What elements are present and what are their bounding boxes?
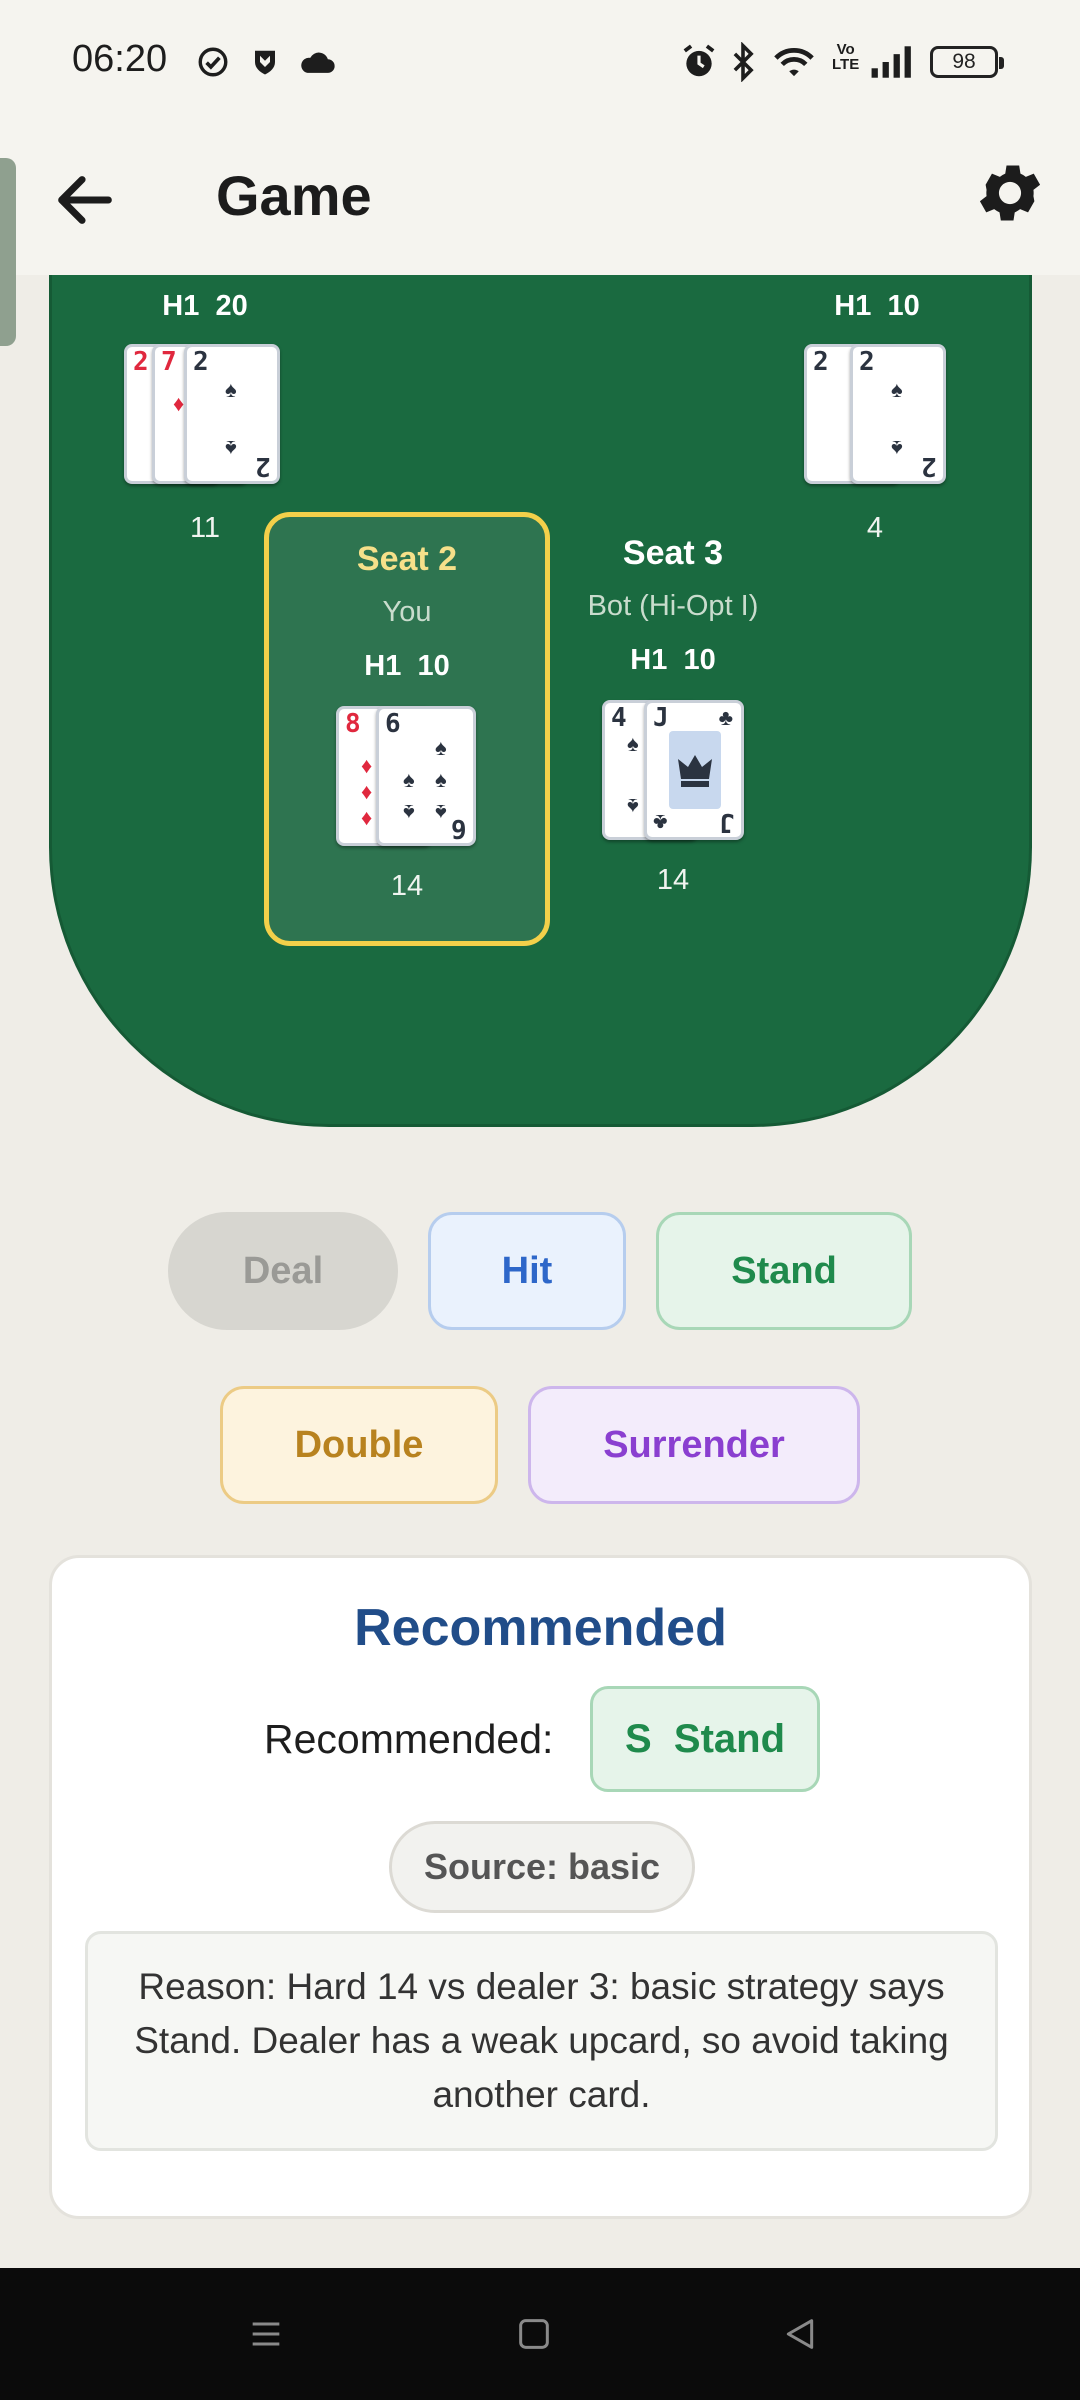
back-triangle-icon[interactable] [780, 2314, 820, 2354]
signal-icon [871, 46, 911, 78]
seat-1-hand-label: H1 20 [162, 290, 248, 322]
reason-text: Reason: Hard 14 vs dealer 3: basic strat… [85, 1931, 998, 2151]
seat-2-subtitle: You [382, 596, 432, 628]
check-circle-icon [198, 47, 228, 77]
edge-panel-handle[interactable] [0, 158, 16, 346]
jack-face-icon [669, 731, 721, 809]
gear-icon[interactable] [972, 155, 1048, 231]
home-square-icon[interactable] [514, 2314, 554, 2354]
status-bar: 06:20 Vo LTE 98 [0, 0, 1080, 125]
seat-3-subtitle: Bot (Hi-Opt I) [587, 590, 759, 622]
seat-4-hand-label: H1 10 [834, 290, 920, 322]
seat-3-total: 14 [656, 864, 690, 896]
playing-card: 2 ♠ ♠ 2 [850, 344, 946, 484]
seat-2-total: 14 [390, 870, 424, 902]
seat-3-hand-label: H1 10 [630, 644, 716, 676]
page-title: Game [216, 164, 372, 227]
navigation-bar [0, 2268, 1080, 2400]
seat-4-total: 4 [866, 512, 884, 544]
volte-icon: Vo LTE [832, 41, 860, 73]
wifi-icon [774, 48, 814, 77]
menu-icon[interactable] [246, 2314, 286, 2354]
battery-icon: 98 [930, 46, 1004, 78]
stand-button[interactable]: Stand [656, 1212, 912, 1330]
playing-card: 6 ♠ ♠ ♠ ♠ ♠ 6 [376, 706, 476, 846]
seat-1-total: 11 [189, 512, 221, 544]
status-time: 06:20 [72, 38, 168, 80]
double-button[interactable]: Double [220, 1386, 498, 1504]
recommended-action-chip: S Stand [590, 1686, 820, 1792]
app-bar: Game [0, 125, 1080, 275]
alarm-icon [683, 44, 715, 77]
recommendation-title: Recommended [354, 1599, 727, 1657]
cloud-icon [301, 52, 335, 73]
shield-icon [255, 50, 275, 75]
playing-card: J ♣ ♣ J [644, 700, 744, 840]
bluetooth-icon [733, 42, 754, 82]
seat-2-name: Seat 2 [356, 540, 458, 578]
arrow-left-icon[interactable] [50, 165, 120, 235]
recommendation-panel: Recommended Recommended: S Stand Source:… [49, 1555, 1032, 2219]
recommended-label: Recommended: [264, 1716, 554, 1762]
playing-card: 2 ♠ ♠ 2 [184, 344, 280, 484]
seat-2-hand-label: H1 10 [364, 650, 450, 682]
hit-button[interactable]: Hit [428, 1212, 626, 1330]
surrender-button[interactable]: Surrender [528, 1386, 860, 1504]
source-chip: Source: basic [389, 1821, 695, 1913]
deal-button[interactable]: Deal [168, 1212, 398, 1330]
seat-3-name: Seat 3 [622, 534, 724, 572]
